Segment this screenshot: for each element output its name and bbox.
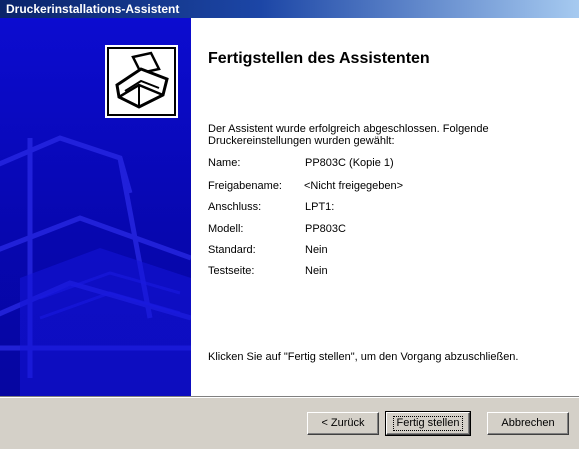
window-title: Druckerinstallations-Assistent	[6, 2, 180, 16]
setting-value: Nein	[305, 265, 328, 277]
printer-icon	[105, 45, 178, 118]
back-button[interactable]: < Zurück	[307, 412, 379, 435]
setting-label: Name:	[208, 157, 241, 169]
wizard-watermark-panel	[0, 18, 191, 396]
setting-value: PP803C (Kopie 1)	[305, 157, 394, 169]
wizard-window: Druckerinstallations-Assistent Fertigste…	[0, 0, 579, 449]
setting-label: Freigabename:	[208, 180, 282, 192]
setting-label: Standard:	[208, 244, 256, 256]
setting-value: <Nicht freigegeben>	[304, 180, 404, 192]
wizard-content: Fertigstellen des Assistenten Der Assist…	[191, 18, 579, 396]
page-title: Fertigstellen des Assistenten	[208, 50, 430, 67]
intro-text: Der Assistent wurde erfolgreich abgeschl…	[208, 123, 489, 147]
cancel-button[interactable]: Abbrechen	[487, 412, 569, 435]
title-bar[interactable]: Druckerinstallations-Assistent	[0, 0, 579, 18]
setting-value: Nein	[305, 244, 328, 256]
setting-value: PP803C	[305, 223, 346, 235]
finish-button-label: Fertig stellen	[392, 416, 464, 431]
setting-label: Testseite:	[208, 265, 255, 277]
button-bar: < Zurück Fertig stellen Abbrechen	[0, 398, 579, 449]
finish-instruction: Klicken Sie auf "Fertig stellen", um den…	[208, 351, 519, 363]
setting-label: Modell:	[208, 223, 244, 235]
finish-button[interactable]: Fertig stellen	[385, 411, 471, 436]
setting-label: Anschluss:	[208, 201, 262, 213]
setting-value: LPT1:	[305, 201, 335, 213]
